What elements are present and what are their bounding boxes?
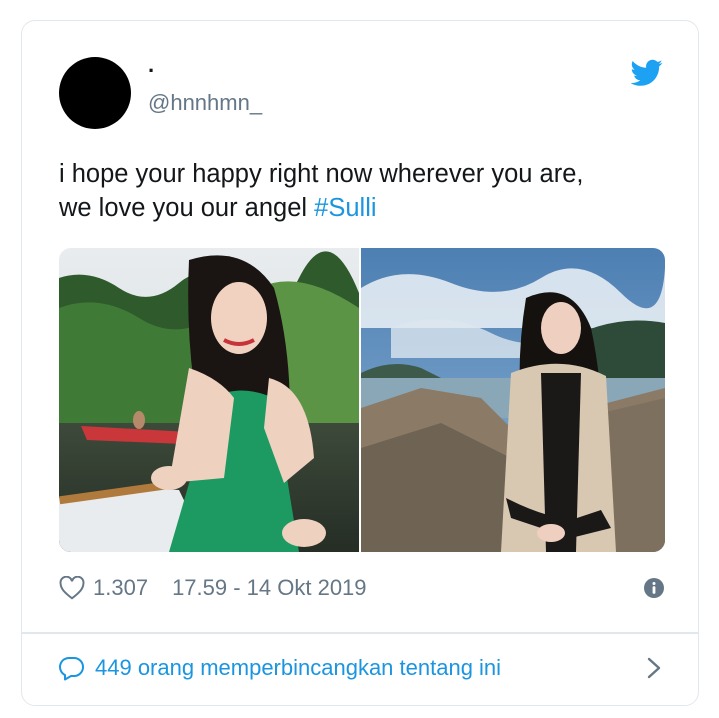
tweet-meta: 1.307 17.59 - 14 Okt 2019 — [59, 573, 665, 603]
display-name[interactable]: · — [148, 57, 155, 85]
like-count[interactable]: 1.307 — [93, 575, 148, 601]
chevron-right-icon[interactable] — [647, 657, 661, 679]
user-handle[interactable]: @hnnhmn_ — [148, 89, 262, 117]
media-grid — [59, 248, 665, 552]
divider — [22, 632, 698, 634]
info-icon[interactable] — [643, 577, 665, 599]
timestamp[interactable]: 17.59 - 14 Okt 2019 — [172, 575, 366, 601]
avatar[interactable] — [59, 57, 131, 129]
heart-icon[interactable] — [59, 576, 85, 600]
hashtag-link[interactable]: #Sulli — [314, 194, 376, 222]
photo-rocks[interactable] — [361, 248, 665, 552]
discussion-link[interactable]: 449 orang memperbincangkan tentang ini — [59, 649, 665, 687]
photo-boat[interactable] — [59, 248, 359, 552]
tweet-card[interactable]: · @hnnhmn_ i hope your happy right now w… — [21, 20, 699, 706]
tweet-text: i hope your happy right now wherever you… — [59, 157, 669, 225]
speech-bubble-icon — [59, 656, 84, 681]
discussion-label: 449 orang memperbincangkan tentang ini — [95, 655, 502, 680]
twitter-bird-icon[interactable] — [631, 59, 663, 87]
